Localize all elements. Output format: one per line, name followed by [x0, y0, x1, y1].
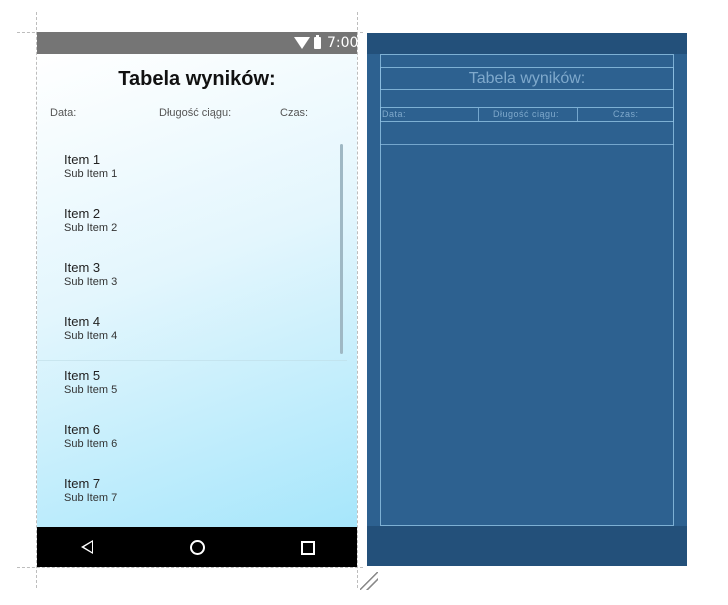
wifi-icon	[294, 37, 310, 49]
recent-apps-icon[interactable]	[301, 541, 315, 555]
blueprint-col-divider	[577, 108, 578, 121]
status-time: 7:00	[327, 35, 357, 51]
list-item-title: Item 6	[64, 422, 101, 437]
list-item[interactable]: Item 4 Sub Item 4	[64, 314, 117, 364]
column-header-date[interactable]: Data:	[50, 107, 76, 119]
blueprint-header-date: Data:	[382, 109, 407, 119]
list-item[interactable]: Item 6 Sub Item 6	[64, 422, 117, 472]
list-item-title: Item 3	[64, 260, 101, 275]
battery-icon	[314, 35, 321, 49]
list-item-subtitle: Sub Item 4	[64, 330, 118, 342]
status-bar: 7:00	[37, 32, 357, 54]
app-screen: Tabela wyników: Data: Długość ciągu: Cza…	[37, 54, 357, 527]
list-item-title: Item 2	[64, 206, 101, 221]
blueprint-root-outline	[380, 54, 674, 526]
column-header-length[interactable]: Długość ciągu:	[159, 107, 231, 119]
blueprint-col-divider	[478, 108, 479, 121]
navigation-bar	[37, 527, 357, 567]
list-item[interactable]: Item 3 Sub Item 3	[64, 260, 117, 310]
list-item-subtitle: Sub Item 3	[64, 276, 118, 288]
blueprint-title: Tabela wyników:	[468, 70, 586, 87]
list-item[interactable]: Item 7 Sub Item 7	[64, 476, 117, 526]
list-item-subtitle: Sub Item 5	[64, 384, 118, 396]
list-item-title: Item 4	[64, 314, 101, 329]
blueprint-list-top	[380, 144, 674, 145]
guide-line-bottom	[17, 567, 363, 568]
list-item-title: Item 5	[64, 368, 101, 383]
list-item[interactable]: Item 1 Sub Item 1	[64, 152, 117, 202]
list-divider	[37, 360, 347, 361]
blueprint-layout-frame[interactable]: Tabela wyników: Data: Długość ciągu: Cza…	[380, 54, 674, 526]
blueprint-header-row[interactable]: Data: Długość ciągu: Czas:	[380, 107, 674, 122]
list-item-subtitle: Sub Item 2	[64, 222, 118, 234]
blueprint-view[interactable]: Tabela wyników: Data: Długość ciągu: Cza…	[367, 33, 687, 566]
list-item[interactable]: Item 5 Sub Item 5	[64, 368, 117, 418]
resize-handle-icon[interactable]	[360, 572, 378, 590]
blueprint-status-bar	[367, 33, 687, 54]
list-item-title: Item 1	[64, 152, 101, 167]
design-view-phone[interactable]: 7:00 Tabela wyników: Data: Długość ciągu…	[37, 32, 357, 567]
list-item-subtitle: Sub Item 7	[64, 492, 118, 504]
home-icon[interactable]	[190, 540, 205, 555]
list-scrollbar[interactable]	[340, 144, 343, 354]
blueprint-header-time: Czas:	[613, 109, 639, 119]
back-icon[interactable]	[81, 540, 93, 554]
blueprint-title-box[interactable]: Tabela wyników:	[380, 67, 674, 90]
guide-line-right	[357, 12, 358, 588]
list-item-subtitle: Sub Item 1	[64, 168, 118, 180]
page-title[interactable]: Tabela wyników:	[37, 68, 357, 91]
blueprint-header-length: Długość ciągu:	[493, 109, 560, 119]
list-item-title: Item 7	[64, 476, 101, 491]
column-header-time[interactable]: Czas:	[280, 107, 308, 119]
list-item-subtitle: Sub Item 6	[64, 438, 118, 450]
list-item[interactable]: Item 2 Sub Item 2	[64, 206, 117, 256]
blueprint-nav-bar	[367, 526, 687, 566]
